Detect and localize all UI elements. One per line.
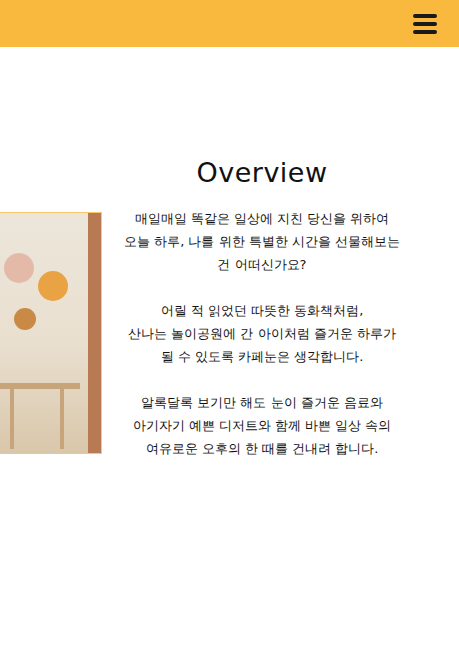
paragraph: 어릴 적 읽었던 따뜻한 동화책처럼,산나는 놀이공원에 간 아이처럼 즐거운 … [128,299,396,368]
cafe-photo [0,212,102,454]
top-bar [0,0,459,47]
menu-icon[interactable] [413,14,437,34]
overview-section: Overview 매일매일 똑같은 일상에 지친 당신을 위하여오늘 하루, 나를… [0,47,459,483]
paragraph-line: 아기자기 예쁜 디저트와 함께 바쁜 일상 속의 [133,414,392,437]
paragraph: 매일매일 똑같은 일상에 지친 당신을 위하여오늘 하루, 나를 위한 특별한 … [124,207,400,276]
paragraph-line: 건 어떠신가요? [217,253,306,276]
paragraph-line: 여유로운 오후의 한 때를 건내려 합니다. [146,437,379,460]
section-title: Overview [196,157,327,189]
overview-text: Overview 매일매일 똑같은 일상에 지친 당신을 위하여오늘 하루, 나를… [124,157,400,483]
paragraph-line: 될 수 있도록 카페눈은 생각합니다. [161,345,364,368]
paragraph-line: 어릴 적 읽었던 따뜻한 동화책처럼, [161,299,364,322]
paragraph-line: 오늘 하루, 나를 위한 특별한 시간을 선물해보는 [124,230,400,253]
paragraph: 알록달록 보기만 해도 눈이 즐거운 음료와아기자기 예쁜 디저트와 함께 바쁜… [133,391,392,460]
paragraph-line: 매일매일 똑같은 일상에 지친 당신을 위하여 [135,207,390,230]
paragraph-line: 알록달록 보기만 해도 눈이 즐거운 음료와 [141,391,383,414]
paragraph-line: 산나는 놀이공원에 간 아이처럼 즐거운 하루가 [128,322,396,345]
